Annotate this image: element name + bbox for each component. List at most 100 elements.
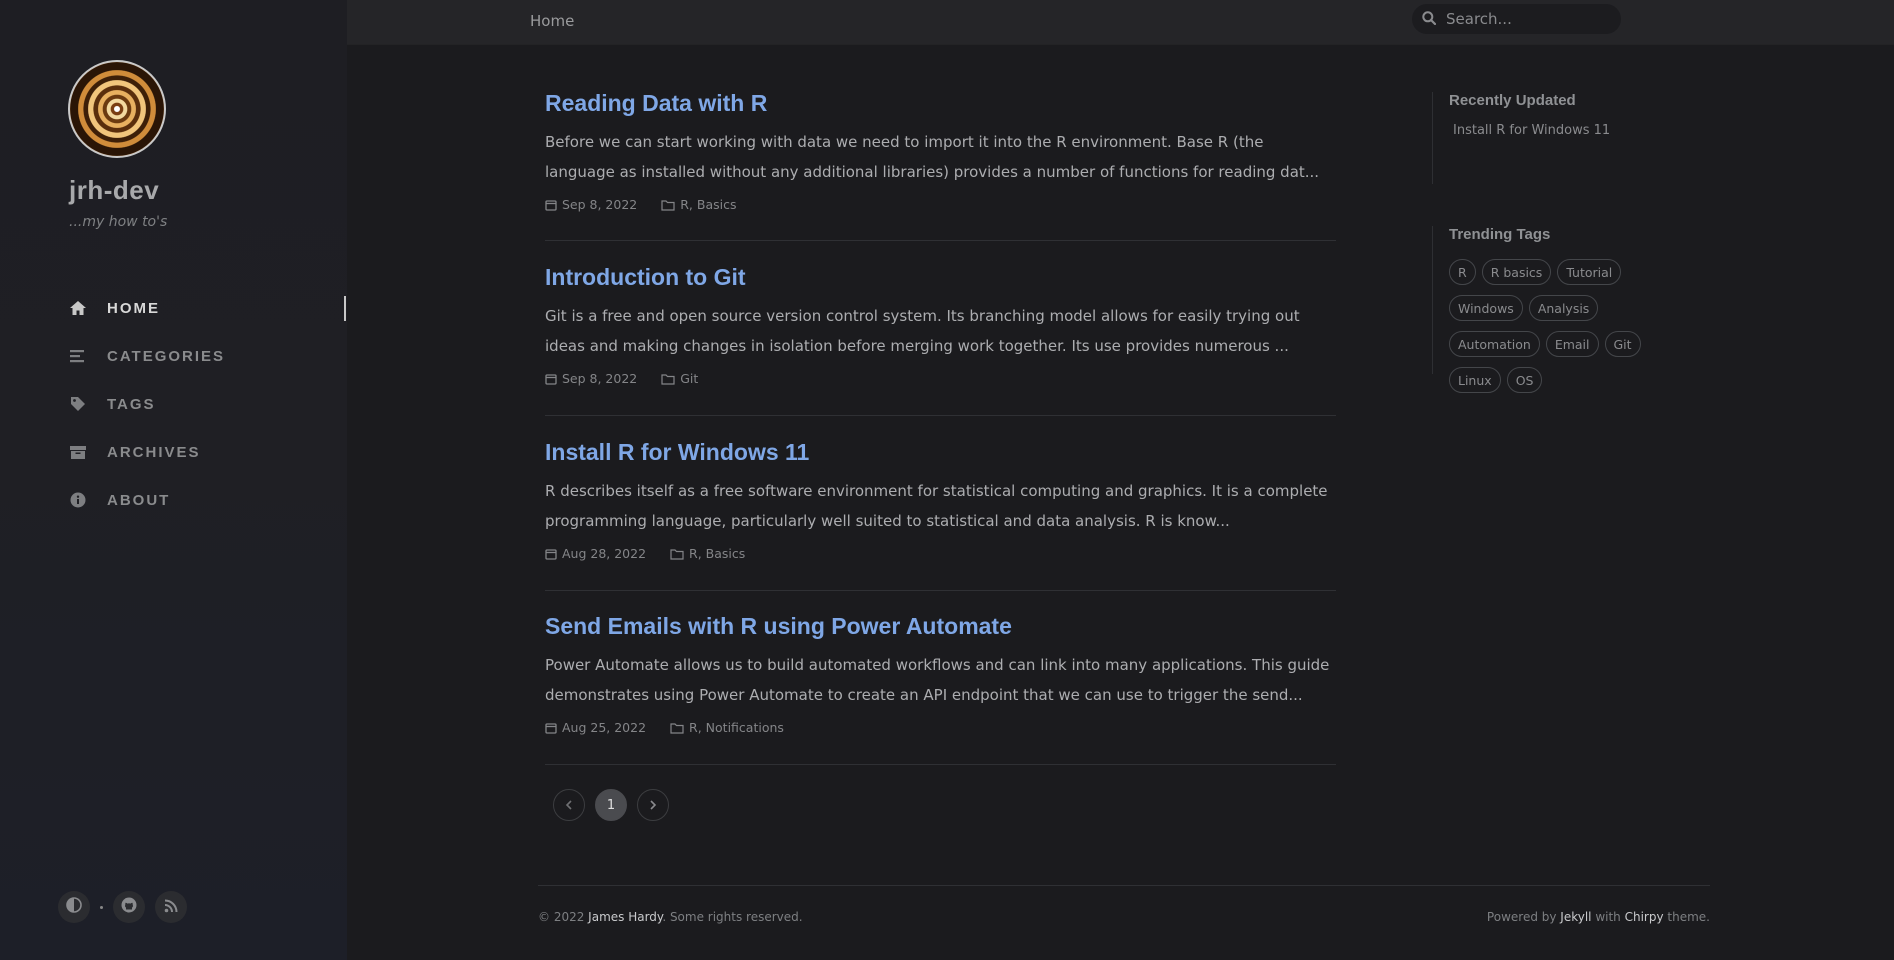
post-item: Install R for Windows 11 R describes its… bbox=[545, 439, 1336, 591]
tag-chip[interactable]: Tutorial bbox=[1557, 259, 1622, 285]
theme-text: theme. bbox=[1663, 910, 1710, 924]
trending-tags-heading: Trending Tags bbox=[1449, 226, 1551, 243]
chevron-right-icon bbox=[650, 800, 657, 810]
avatar[interactable] bbox=[68, 60, 166, 158]
footer-powered-by: Powered by Jekyll with Chirpy theme. bbox=[1487, 910, 1710, 924]
search-icon bbox=[1422, 10, 1437, 29]
author-link[interactable]: James Hardy bbox=[588, 910, 662, 924]
tag-chip[interactable]: OS bbox=[1506, 367, 1543, 393]
github-icon bbox=[121, 897, 137, 917]
folder-icon bbox=[661, 373, 675, 385]
sidebar-item-label: HOME bbox=[107, 299, 160, 317]
pagination: 1 bbox=[553, 789, 679, 821]
search-box[interactable] bbox=[1412, 4, 1621, 34]
sidebar-item-categories[interactable]: CATEGORIES bbox=[0, 332, 347, 380]
post-excerpt: Power Automate allows us to build automa… bbox=[545, 656, 1330, 704]
post-meta: Aug 28, 2022 R, Basics bbox=[545, 546, 1336, 561]
theme-toggle-icon bbox=[66, 897, 82, 917]
sidebar-item-tags[interactable]: TAGS bbox=[0, 380, 347, 428]
post-meta: Aug 25, 2022 R, Notifications bbox=[545, 720, 1336, 735]
tag-chip[interactable]: Analysis bbox=[1528, 295, 1599, 321]
categories-icon bbox=[69, 347, 87, 365]
tag-chip[interactable]: Linux bbox=[1449, 367, 1501, 393]
post-date: Aug 25, 2022 bbox=[545, 720, 646, 735]
post-categories: R, Notifications bbox=[670, 720, 784, 735]
post-divider bbox=[545, 240, 1336, 241]
post-date: Aug 28, 2022 bbox=[545, 546, 646, 561]
post-excerpt: Git is a free and open source version co… bbox=[545, 307, 1300, 355]
post-date-text: Sep 8, 2022 bbox=[562, 371, 638, 386]
post-categories-text[interactable]: R, Basics bbox=[689, 546, 745, 561]
tag-chip[interactable]: R bbox=[1449, 259, 1476, 285]
post-item: Introduction to Git Git is a free and op… bbox=[545, 264, 1336, 416]
sidebar-item-label: CATEGORIES bbox=[107, 347, 226, 365]
rss-icon bbox=[164, 898, 178, 917]
sidebar-item-label: TAGS bbox=[107, 395, 156, 413]
sidebar-item-home[interactable]: HOME bbox=[0, 284, 347, 332]
rights-text: . Some rights reserved. bbox=[662, 910, 803, 924]
post-date: Sep 8, 2022 bbox=[545, 197, 637, 212]
tag-chip[interactable]: Automation bbox=[1449, 331, 1540, 357]
sidebar-item-about[interactable]: ABOUT bbox=[0, 476, 347, 524]
trending-tags: Trending Tags R R basics Tutorial Window… bbox=[1432, 226, 1709, 393]
tag-chip[interactable]: Windows bbox=[1449, 295, 1523, 321]
post-categories-text[interactable]: Git bbox=[680, 371, 698, 386]
search-input[interactable] bbox=[1444, 9, 1608, 29]
calendar-icon bbox=[545, 548, 557, 560]
calendar-icon bbox=[545, 199, 557, 211]
post-divider bbox=[545, 590, 1336, 591]
prev-page-button[interactable] bbox=[553, 789, 585, 821]
post-title[interactable]: Reading Data with R bbox=[545, 90, 1336, 117]
post-item: Reading Data with R Before we can start … bbox=[545, 90, 1336, 241]
github-button[interactable] bbox=[113, 891, 145, 923]
rss-button[interactable] bbox=[155, 891, 187, 923]
next-page-button[interactable] bbox=[637, 789, 669, 821]
archive-icon bbox=[69, 443, 87, 461]
recently-updated: Recently Updated Install R for Windows 1… bbox=[1432, 92, 1709, 184]
chirpy-link[interactable]: Chirpy bbox=[1625, 910, 1664, 924]
folder-icon bbox=[661, 199, 675, 211]
recent-link[interactable]: Install R for Windows 11 bbox=[1453, 123, 1709, 138]
chevron-left-icon bbox=[565, 800, 572, 810]
post-categories-text[interactable]: R, Notifications bbox=[689, 720, 784, 735]
sidebar-bottom bbox=[58, 891, 187, 923]
page-number-button[interactable]: 1 bbox=[595, 789, 627, 821]
post-categories: R, Basics bbox=[661, 197, 737, 212]
post-meta: Sep 8, 2022 R, Basics bbox=[545, 197, 1336, 212]
theme-toggle-button[interactable] bbox=[58, 891, 90, 923]
sidebar: jrh-dev ...my how to's HOME CATEGORIES T… bbox=[0, 0, 347, 960]
post-date-text: Aug 28, 2022 bbox=[562, 546, 647, 561]
folder-icon bbox=[670, 722, 684, 734]
tag-list: R R basics Tutorial Windows Analysis Aut… bbox=[1449, 259, 1689, 403]
topbar: Home bbox=[347, 0, 1894, 45]
tag-chip[interactable]: R basics bbox=[1481, 259, 1552, 285]
jekyll-link[interactable]: Jekyll bbox=[1560, 910, 1591, 924]
breadcrumb: Home bbox=[530, 12, 575, 30]
powered-prefix: Powered by bbox=[1486, 910, 1561, 924]
tag-chip[interactable]: Git bbox=[1604, 331, 1641, 357]
post-excerpt: Before we can start working with data we… bbox=[545, 133, 1320, 181]
post-date-text: Sep 8, 2022 bbox=[562, 197, 638, 212]
post-item: Send Emails with R using Power Automate … bbox=[545, 613, 1336, 765]
post-divider bbox=[545, 764, 1336, 765]
copyright-prefix: © 2022 bbox=[538, 910, 589, 924]
site-title[interactable]: jrh-dev bbox=[69, 175, 159, 206]
post-categories-text[interactable]: R, Basics bbox=[680, 197, 736, 212]
sidebar-item-label: ABOUT bbox=[107, 491, 171, 509]
recently-updated-heading: Recently Updated bbox=[1449, 92, 1576, 109]
post-excerpt: R describes itself as a free software en… bbox=[545, 482, 1328, 530]
info-icon bbox=[69, 491, 87, 509]
post-title[interactable]: Introduction to Git bbox=[545, 264, 1336, 291]
site-subtitle: ...my how to's bbox=[69, 214, 168, 230]
footer: © 2022 James Hardy. Some rights reserved… bbox=[538, 885, 1710, 924]
post-title[interactable]: Install R for Windows 11 bbox=[545, 439, 1336, 466]
post-categories: R, Basics bbox=[670, 546, 745, 561]
post-meta: Sep 8, 2022 Git bbox=[545, 371, 1336, 386]
sidebar-item-archives[interactable]: ARCHIVES bbox=[0, 428, 347, 476]
footer-copyright: © 2022 James Hardy. Some rights reserved… bbox=[538, 910, 803, 924]
post-title[interactable]: Send Emails with R using Power Automate bbox=[545, 613, 1336, 640]
calendar-icon bbox=[545, 722, 557, 734]
tag-chip[interactable]: Email bbox=[1545, 331, 1599, 357]
sidebar-item-label: ARCHIVES bbox=[107, 443, 201, 461]
separator-dot bbox=[100, 905, 103, 909]
